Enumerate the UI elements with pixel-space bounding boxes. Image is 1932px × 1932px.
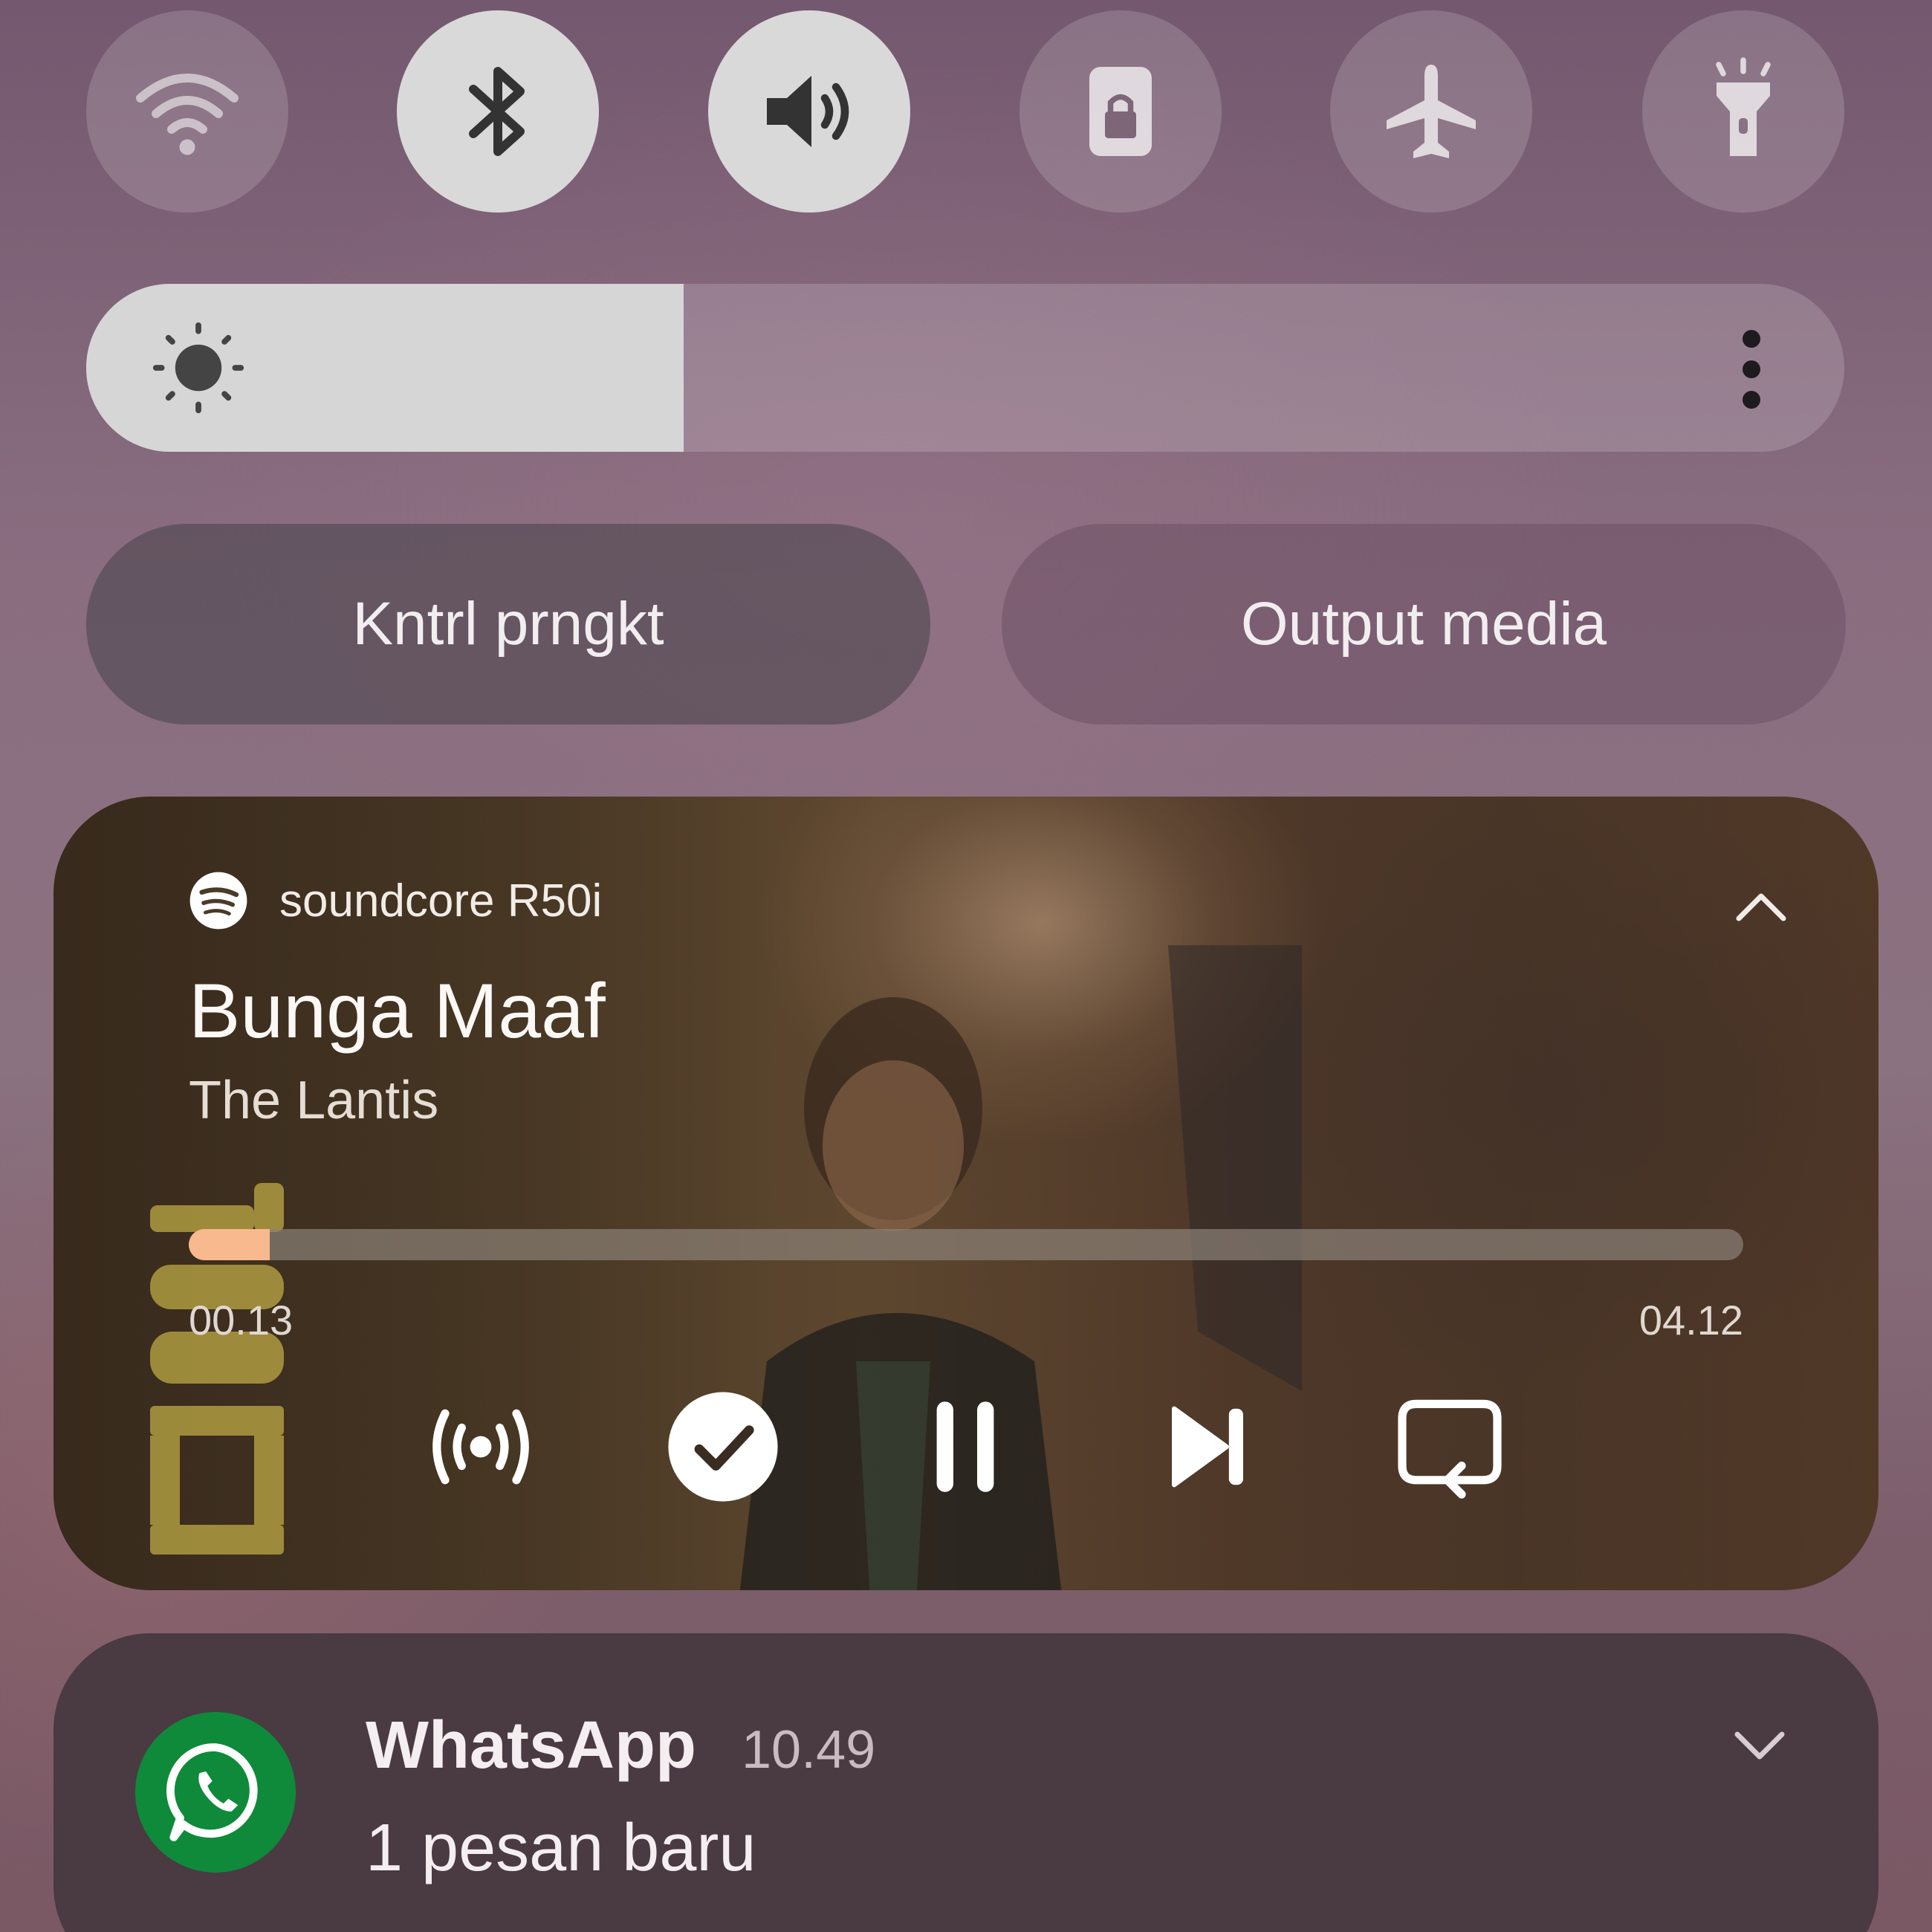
flashlight-icon xyxy=(1716,57,1771,156)
track-duration: 04.12 xyxy=(1638,1297,1743,1343)
chevron-up-icon[interactable] xyxy=(1731,884,1791,929)
next-track-button[interactable] xyxy=(1144,1384,1271,1510)
sun-icon xyxy=(152,322,244,414)
repeat-icon xyxy=(1398,1399,1502,1499)
wifi-icon xyxy=(136,74,239,155)
output-device-name: soundcore R50i xyxy=(279,875,603,927)
media-header: soundcore R50i xyxy=(189,871,602,930)
media-player-card[interactable]: soundcore R50i Bunga Maaf The Lantis 00.… xyxy=(54,797,1878,1590)
rotation-lock-toggle[interactable] xyxy=(1020,10,1222,213)
current-time: 00.13 xyxy=(189,1297,294,1343)
brightness-slider[interactable] xyxy=(86,284,1844,452)
playback-progress-bar[interactable] xyxy=(189,1229,1743,1260)
save-to-library-button[interactable] xyxy=(660,1384,786,1510)
lock-icon xyxy=(1089,67,1152,156)
device-control-label: Kntrl prngkt xyxy=(352,590,664,658)
airplane-icon xyxy=(1387,65,1476,158)
notification-time: 10.49 xyxy=(742,1720,876,1780)
media-output-button[interactable]: Output media xyxy=(1002,524,1846,724)
notification-text: 1 pesan baru xyxy=(366,1811,756,1885)
wifi-toggle[interactable] xyxy=(86,10,288,213)
chevron-down-icon[interactable] xyxy=(1730,1724,1789,1769)
spotify-icon xyxy=(189,872,247,930)
device-control-button[interactable]: Kntrl prngkt xyxy=(86,524,930,724)
repeat-button[interactable] xyxy=(1387,1384,1513,1510)
pause-icon xyxy=(936,1401,994,1492)
notification-app-name: WhatsApp xyxy=(366,1708,696,1783)
volume-icon xyxy=(767,76,849,147)
broadcast-button[interactable] xyxy=(418,1384,544,1510)
broadcast-icon xyxy=(432,1409,529,1485)
check-circle-icon xyxy=(668,1392,778,1502)
media-output-label: Output media xyxy=(1240,590,1607,658)
playback-progress-fill xyxy=(189,1229,270,1260)
bluetooth-icon xyxy=(469,67,525,156)
pause-button[interactable] xyxy=(902,1384,1028,1510)
whatsapp-icon xyxy=(135,1712,296,1873)
song-title: Bunga Maaf xyxy=(189,968,606,1054)
artist-name: The Lantis xyxy=(189,1071,439,1130)
sound-toggle[interactable] xyxy=(708,10,910,213)
more-vert-icon[interactable] xyxy=(1733,328,1770,410)
whatsapp-notification[interactable]: WhatsApp 10.49 1 pesan baru xyxy=(54,1633,1878,1932)
flashlight-toggle[interactable] xyxy=(1642,10,1844,213)
bluetooth-toggle[interactable] xyxy=(397,10,599,213)
airplane-toggle[interactable] xyxy=(1330,10,1532,213)
skip-next-icon xyxy=(1172,1406,1243,1488)
